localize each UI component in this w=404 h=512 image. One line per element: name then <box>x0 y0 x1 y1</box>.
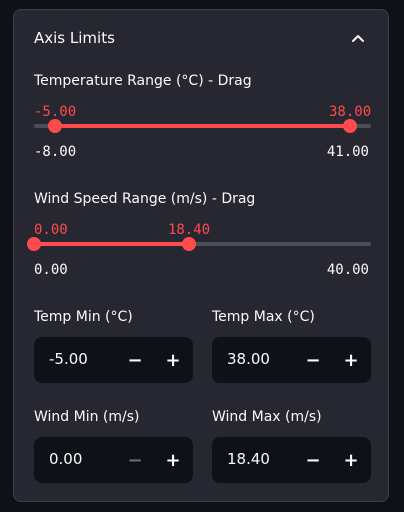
temp-low-value: -5.00 <box>34 104 77 120</box>
temp-min-increment-button[interactable]: + <box>155 337 191 383</box>
chevron-up-icon[interactable] <box>348 28 368 48</box>
temp-min-label: Temp Min (°C) <box>34 309 133 325</box>
temp-high-value: 38.00 <box>329 104 372 120</box>
temp-min-decrement-button[interactable]: − <box>117 337 153 383</box>
wind-high-thumb[interactable] <box>182 237 197 251</box>
wind-min-label: Wind Min (m/s) <box>34 409 140 425</box>
temp-high-thumb[interactable] <box>343 119 358 133</box>
temp-min-input[interactable]: -5.00 − + <box>34 337 193 383</box>
temp-slider-fill <box>54 124 351 128</box>
temp-max-increment-button[interactable]: + <box>333 337 369 383</box>
wind-range-slider[interactable]: 0.00 18.40 <box>27 212 371 272</box>
wind-max-decrement-button[interactable]: − <box>295 437 331 483</box>
temp-max-label: Temp Max (°C) <box>212 309 315 325</box>
axis-limits-panel: Axis Limits Temperature Range (°C) - Dra… <box>13 9 389 502</box>
wind-max-label: Wind Max (m/s) <box>212 409 322 425</box>
wind-low-thumb[interactable] <box>27 237 41 251</box>
temp-max-value[interactable]: 38.00 <box>227 350 270 368</box>
panel-title: Axis Limits <box>34 29 115 47</box>
panel-header[interactable]: Axis Limits <box>14 10 388 68</box>
wind-high-value: 18.40 <box>167 222 211 238</box>
wind-min-increment-button[interactable]: + <box>155 437 191 483</box>
wind-slider-label: Wind Speed Range (m/s) - Drag <box>34 191 256 207</box>
wind-min-value[interactable]: 0.00 <box>49 450 82 468</box>
temp-max-decrement-button[interactable]: − <box>295 337 331 383</box>
wind-min-decrement-button[interactable]: − <box>117 437 153 483</box>
wind-max-increment-button[interactable]: + <box>333 437 369 483</box>
temp-low-thumb[interactable] <box>47 119 62 133</box>
temp-slider-label: Temperature Range (°C) - Drag <box>34 73 252 89</box>
wind-slider-fill <box>34 242 190 246</box>
temp-max-input[interactable]: 38.00 − + <box>212 337 371 383</box>
wind-slider-min: 0.00 <box>34 262 68 278</box>
wind-low-value: 0.00 <box>34 222 68 238</box>
temp-slider-max: 41.00 <box>326 144 369 160</box>
temp-min-value[interactable]: -5.00 <box>49 350 88 368</box>
wind-slider-max: 40.00 <box>326 262 369 278</box>
wind-min-input[interactable]: 0.00 − + <box>34 437 193 483</box>
temp-range-slider[interactable]: -5.00 38.00 <box>34 94 371 154</box>
temp-slider-min: -8.00 <box>34 144 77 160</box>
wind-max-value[interactable]: 18.40 <box>227 450 270 468</box>
wind-max-input[interactable]: 18.40 − + <box>212 437 371 483</box>
